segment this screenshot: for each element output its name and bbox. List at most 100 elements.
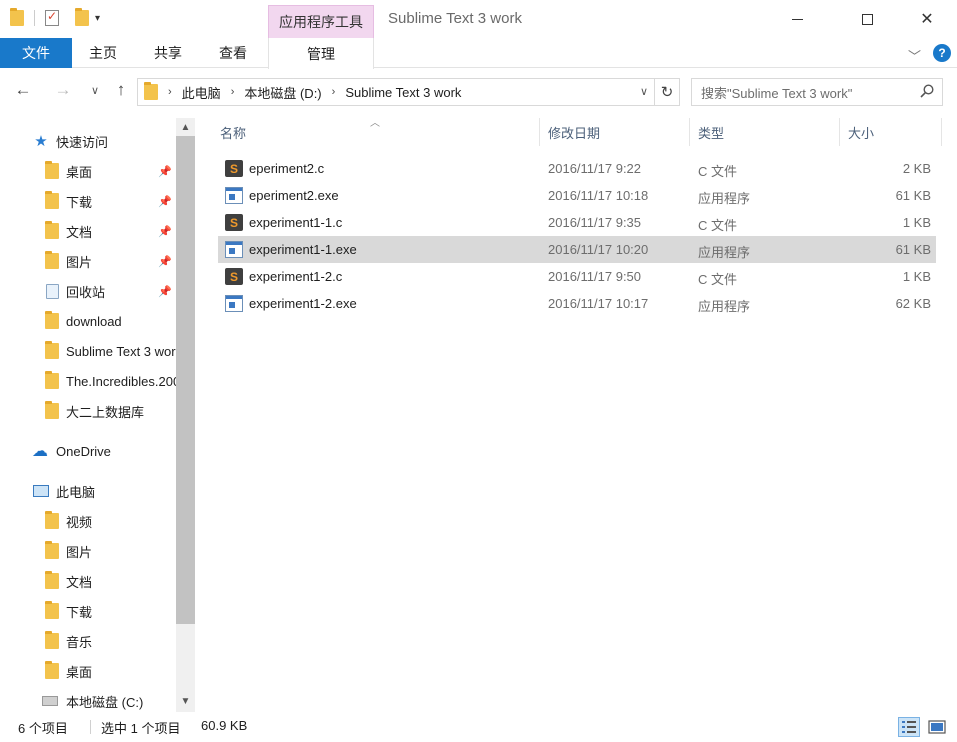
- sidebar-item-label: 文档: [66, 574, 93, 590]
- chevron-right-icon[interactable]: ›: [168, 86, 172, 98]
- expand-ribbon-icon[interactable]: ﹀: [908, 46, 924, 64]
- recent-locations-button[interactable]: ∨: [84, 79, 106, 101]
- close-button[interactable]: ✕: [904, 0, 950, 38]
- maximize-button[interactable]: [844, 0, 890, 38]
- file-name: experiment1-1.exe: [249, 242, 357, 257]
- tab-home[interactable]: 主页: [72, 38, 134, 68]
- file-date: 2016/11/17 9:22: [548, 161, 642, 176]
- title-bar: ▾ 应用程序工具 Sublime Text 3 work ✕: [0, 0, 957, 38]
- recycle-bin-icon: [45, 283, 59, 299]
- forward-button[interactable]: →: [52, 79, 74, 101]
- breadcrumb-this-pc[interactable]: 此电脑: [182, 83, 221, 102]
- large-icons-view-icon: [928, 720, 946, 734]
- folder-icon: [10, 8, 24, 26]
- table-row[interactable]: experiment1-2.exe 2016/11/17 10:17 应用程序 …: [218, 290, 936, 317]
- exe-file-icon: [225, 295, 243, 312]
- sidebar-item-pc-pictures[interactable]: 图片: [0, 536, 176, 566]
- sidebar-item-label: 下载: [66, 194, 93, 210]
- file-type: 应用程序: [698, 191, 751, 206]
- column-header-date[interactable]: 修改日期: [540, 118, 690, 146]
- tab-share[interactable]: 共享: [136, 38, 200, 68]
- window-title: Sublime Text 3 work: [388, 10, 522, 27]
- table-row[interactable]: S experiment1-1.c 2016/11/17 9:35 C 文件 1…: [218, 209, 936, 236]
- sidebar-item-database[interactable]: 大二上数据库: [0, 396, 176, 426]
- sidebar-item-onedrive[interactable]: ☁ OneDrive: [0, 436, 176, 466]
- sidebar-item-recycle-bin[interactable]: 回收站 📌: [0, 276, 176, 306]
- divider: [90, 720, 91, 734]
- properties-icon[interactable]: [45, 9, 59, 26]
- tab-file[interactable]: 文件: [0, 38, 72, 68]
- pictures-folder-icon: [45, 541, 59, 559]
- sidebar-item-label: 本地磁盘 (C:): [66, 694, 144, 710]
- new-folder-icon[interactable]: [75, 8, 89, 26]
- column-header-size[interactable]: 大小: [840, 118, 942, 146]
- videos-folder-icon: [45, 511, 59, 529]
- pin-icon[interactable]: 📌: [158, 225, 172, 238]
- sidebar-item-label: The.Incredibles.2004: [66, 373, 176, 389]
- pin-icon[interactable]: 📌: [158, 165, 172, 178]
- pin-icon[interactable]: 📌: [158, 195, 172, 208]
- pictures-folder-icon: [45, 251, 59, 269]
- scroll-down-icon[interactable]: ▼: [176, 692, 195, 710]
- sidebar-item-download[interactable]: download: [0, 306, 176, 336]
- table-row[interactable]: S experiment1-2.c 2016/11/17 9:50 C 文件 1…: [218, 263, 936, 290]
- sidebar-item-pc-documents[interactable]: 文档: [0, 566, 176, 596]
- sidebar-item-pc-downloads[interactable]: 下载: [0, 596, 176, 626]
- back-button[interactable]: ←: [12, 79, 34, 101]
- folder-icon: [144, 82, 158, 100]
- sidebar-item-label: download: [66, 313, 122, 329]
- tab-view[interactable]: 查看: [200, 38, 266, 68]
- customize-toolbar-icon[interactable]: ▾: [95, 13, 100, 24]
- file-date: 2016/11/17 10:20: [548, 242, 649, 257]
- desktop-folder-icon: [45, 661, 59, 679]
- selection-size: 60.9 KB: [201, 718, 248, 733]
- up-button[interactable]: ↑: [110, 79, 132, 101]
- sidebar-item-pc-desktop[interactable]: 桌面: [0, 656, 176, 686]
- address-dropdown-icon[interactable]: ∨: [640, 85, 648, 98]
- sidebar-item-videos[interactable]: 视频: [0, 506, 176, 536]
- sidebar-item-pictures[interactable]: 图片 📌: [0, 246, 176, 276]
- breadcrumb-current-folder[interactable]: Sublime Text 3 work: [345, 85, 461, 100]
- file-date: 2016/11/17 9:50: [548, 269, 642, 284]
- tab-manage[interactable]: 管理: [268, 38, 374, 69]
- chevron-right-icon[interactable]: ›: [332, 86, 336, 98]
- file-size: 61 KB: [895, 242, 931, 257]
- column-header-name[interactable]: 名称: [212, 118, 540, 146]
- sidebar-item-label: 快速访问: [56, 134, 109, 150]
- refresh-button[interactable]: ↻: [655, 78, 680, 106]
- quick-access-toolbar: ▾: [10, 8, 100, 26]
- sidebar-item-desktop[interactable]: 桌面 📌: [0, 156, 176, 186]
- details-view-button[interactable]: [898, 717, 920, 737]
- sidebar-item-drive-c[interactable]: 本地磁盘 (C:): [0, 686, 176, 712]
- sidebar-item-this-pc[interactable]: 此电脑: [0, 476, 176, 506]
- sidebar-item-music[interactable]: 音乐: [0, 626, 176, 656]
- file-size: 2 KB: [902, 161, 931, 176]
- pin-icon[interactable]: 📌: [158, 255, 172, 268]
- table-row[interactable]: eperiment2.exe 2016/11/17 10:18 应用程序 61 …: [218, 182, 936, 209]
- sidebar-item-documents[interactable]: 文档 📌: [0, 216, 176, 246]
- search-icon[interactable]: [920, 84, 934, 98]
- sidebar-item-label: 图片: [66, 254, 93, 270]
- desktop-folder-icon: [45, 161, 59, 179]
- large-icons-view-button[interactable]: [926, 717, 948, 737]
- address-bar[interactable]: › 此电脑 › 本地磁盘 (D:) › Sublime Text 3 work …: [137, 78, 655, 106]
- scrollbar-thumb[interactable]: [176, 136, 195, 624]
- sidebar-item-incredibles[interactable]: The.Incredibles.2004: [0, 366, 176, 396]
- table-row[interactable]: S eperiment2.c 2016/11/17 9:22 C 文件 2 KB: [218, 155, 936, 182]
- minimize-button[interactable]: [774, 0, 820, 38]
- sidebar-item-downloads[interactable]: 下载 📌: [0, 186, 176, 216]
- scroll-up-icon[interactable]: ▲: [176, 118, 195, 136]
- pin-icon[interactable]: 📌: [158, 285, 172, 298]
- music-folder-icon: [45, 631, 59, 649]
- chevron-right-icon[interactable]: ›: [231, 86, 235, 98]
- column-header-type[interactable]: 类型: [690, 118, 840, 146]
- help-icon[interactable]: ?: [933, 44, 951, 62]
- sidebar-item-quick-access[interactable]: ★ 快速访问: [0, 126, 176, 156]
- search-input[interactable]: 搜索"Sublime Text 3 work": [691, 78, 943, 106]
- breadcrumb-drive-d[interactable]: 本地磁盘 (D:): [244, 83, 321, 102]
- folder-icon: [45, 341, 59, 359]
- sidebar-item-sublime[interactable]: Sublime Text 3 work: [0, 336, 176, 366]
- sidebar-item-label: 视频: [66, 514, 93, 530]
- file-name: eperiment2.c: [249, 161, 325, 176]
- table-row-selected[interactable]: experiment1-1.exe 2016/11/17 10:20 应用程序 …: [218, 236, 936, 263]
